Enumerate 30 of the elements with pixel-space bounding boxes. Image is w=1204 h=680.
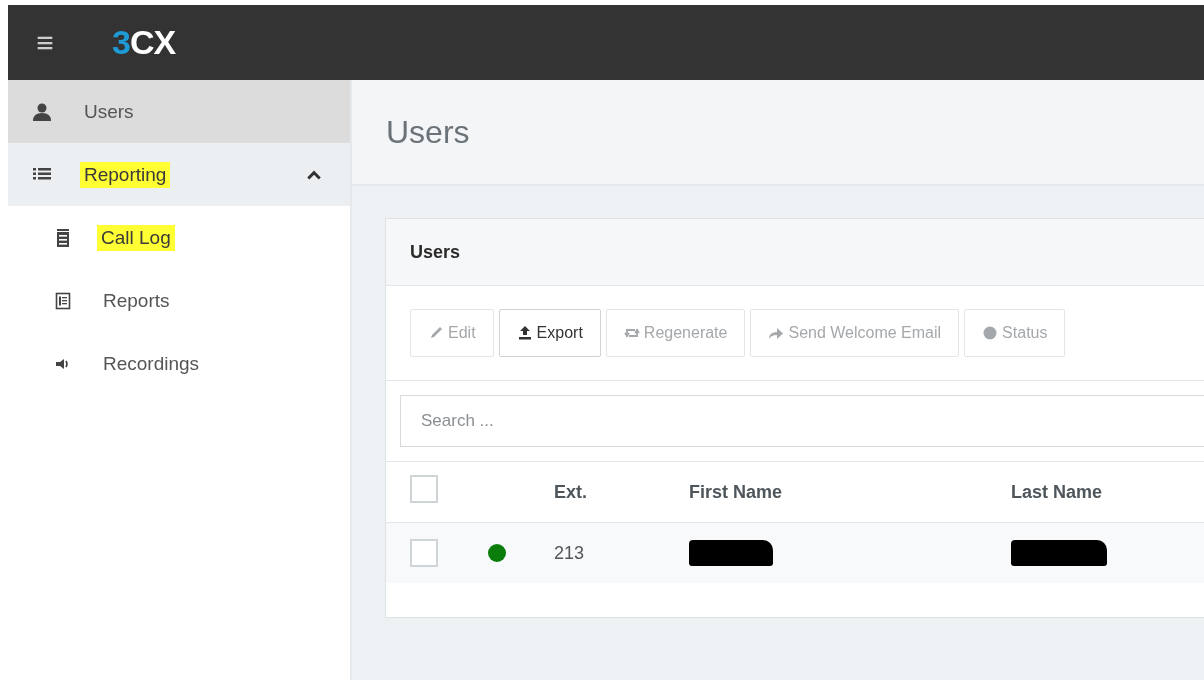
menu-button[interactable]: ≡	[30, 27, 60, 58]
sidebar-label: Reports	[103, 288, 170, 313]
page-title: Users	[386, 113, 470, 151]
user-icon	[32, 101, 52, 122]
sidebar-item[interactable]: Reporting	[8, 143, 350, 206]
circle-icon	[982, 325, 999, 341]
pencil-icon	[428, 325, 444, 341]
table-row[interactable]: 213	[386, 523, 1204, 583]
document-icon	[53, 290, 73, 311]
sidebar-subitem[interactable]: Reports	[8, 269, 350, 332]
checkbox[interactable]	[410, 539, 438, 567]
logo[interactable]: 3CX	[112, 23, 176, 62]
toolbar-button[interactable]: Export	[498, 309, 601, 357]
sidebar-label: Recordings	[103, 351, 200, 376]
card-title: Users	[410, 241, 461, 263]
table-cell: 213	[554, 542, 585, 563]
share-arrow-icon	[768, 325, 785, 341]
sidebar-label: Users	[84, 99, 134, 124]
sidebar-subitem[interactable]: Recordings	[8, 332, 350, 395]
sidebar-subitem[interactable]: Call Log	[8, 206, 350, 269]
sidebar-label: Call Log	[97, 224, 175, 251]
search-field[interactable]: Search ...	[400, 395, 1204, 447]
column-header[interactable]: First Name	[689, 481, 783, 502]
column-header[interactable]: Ext.	[554, 481, 587, 502]
chevron-icon[interactable]	[306, 168, 322, 181]
upload-icon	[516, 325, 533, 341]
column-header[interactable]: Last Name	[1011, 481, 1103, 502]
sidebar-item[interactable]: Users	[8, 80, 350, 143]
sidebar-label: Reporting	[80, 161, 171, 188]
checkbox[interactable]	[410, 475, 438, 503]
